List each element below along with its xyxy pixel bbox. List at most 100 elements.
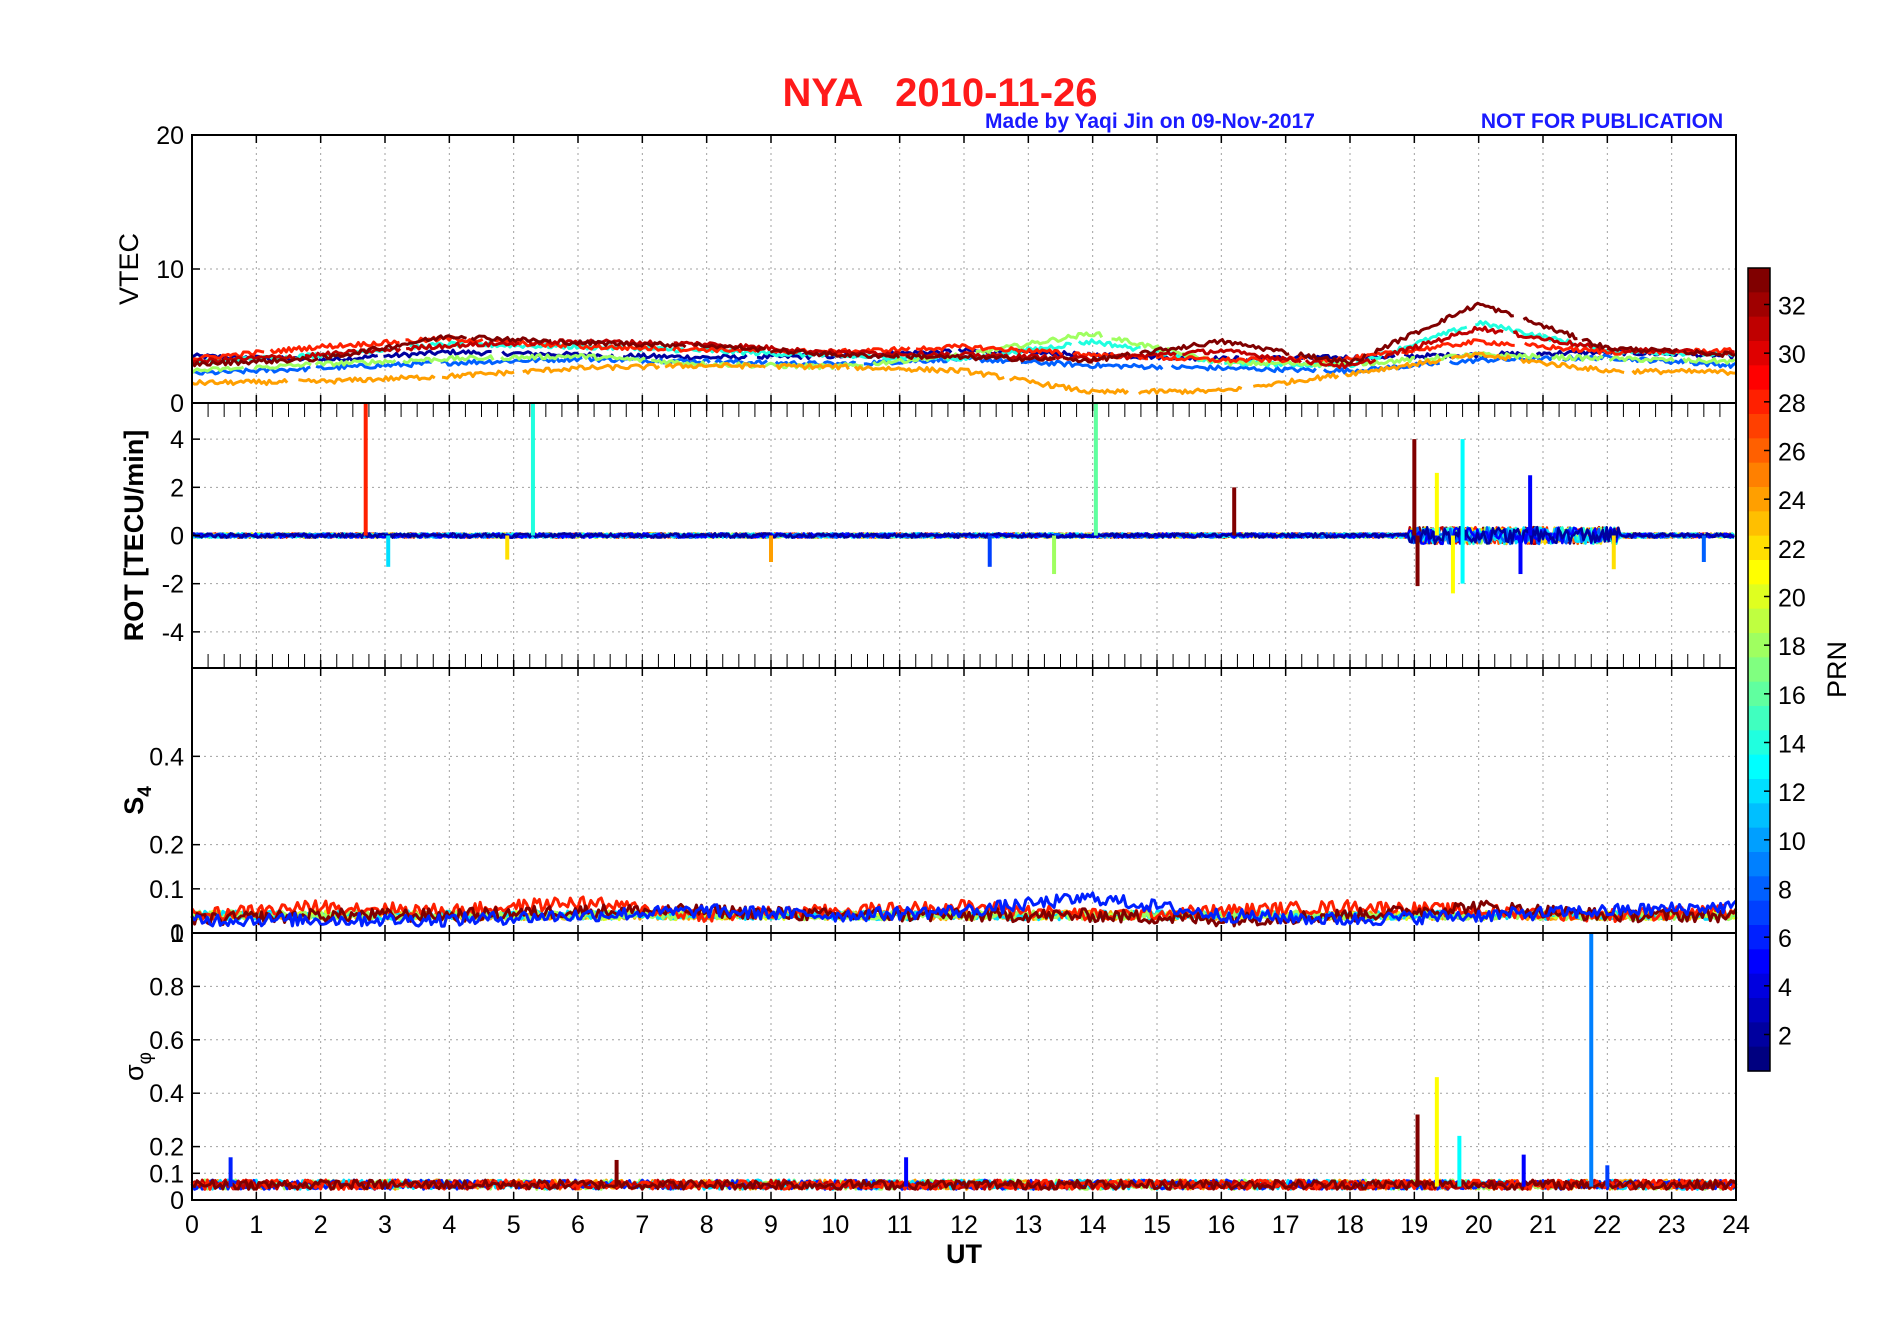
- x-tick-label: 6: [571, 1211, 585, 1239]
- colorbar-tick-label: 12: [1778, 779, 1806, 807]
- vtec-trace-prn-24: [298, 374, 436, 385]
- x-axis-label: UT: [946, 1239, 982, 1269]
- x-tick-label: 22: [1593, 1211, 1621, 1239]
- x-tick-label: 15: [1143, 1211, 1171, 1239]
- colorbar-swatch: [1748, 316, 1770, 342]
- vtec-trace-prn-24: [1137, 385, 1243, 396]
- x-tick-label: 12: [950, 1211, 978, 1239]
- colorbar-swatch: [1748, 852, 1770, 877]
- x-tick-label: 10: [821, 1211, 849, 1239]
- colorbar-swatch: [1748, 414, 1770, 439]
- x-tick-label: 21: [1529, 1211, 1557, 1239]
- x-tick-label: 13: [1014, 1211, 1042, 1239]
- rot-ytick-label: 2: [170, 474, 184, 502]
- rot-ytick-label: -2: [162, 571, 184, 599]
- colorbar-tick-label: 32: [1778, 293, 1806, 321]
- x-tick-label: 18: [1336, 1211, 1364, 1239]
- colorbar-label: PRN: [1822, 641, 1852, 698]
- colorbar-tick-label: 20: [1778, 585, 1806, 613]
- sigma_phi-ytick-label: 0.8: [149, 973, 184, 1001]
- vtec-trace-prn-18: [1682, 356, 1736, 365]
- figure-title: NYA 2010-11-26: [782, 71, 1097, 115]
- colorbar-tick-label: 10: [1778, 828, 1806, 856]
- colorbar-swatch: [1748, 365, 1770, 391]
- x-tick-label: 3: [378, 1211, 392, 1239]
- colorbar-swatch: [1748, 706, 1770, 731]
- sigma_phi-ytick-label: 0.2: [149, 1134, 184, 1162]
- panel-vtec: 0 10 20 VTEC: [114, 122, 1737, 418]
- colorbar-swatch: [1748, 900, 1770, 926]
- vtec-trace-prn-33: [470, 334, 552, 344]
- colorbar-swatch: [1748, 803, 1770, 829]
- s4-ytick-label: 0.4: [149, 743, 184, 771]
- vtec-trace-prn-24: [853, 365, 1005, 381]
- colorbar: 2468101214161820222426283032PRN: [1747, 267, 1852, 1072]
- x-tick-label: 2: [314, 1211, 328, 1239]
- credit-text: Made by Yaqi Jin on 09-Nov-2017: [985, 110, 1315, 133]
- vtec-trace-prn-24: [441, 369, 515, 380]
- figure: NYA 2010-11-26 Made by Yaqi Jin on 09-No…: [114, 71, 1852, 1269]
- rot-ylabel: ROT [TECU/min]: [119, 430, 149, 641]
- panels: 01020VTEC-4-2024ROT [TECU/min]00.10.20.4…: [114, 122, 1750, 1269]
- vtec-trace-prn-24: [522, 362, 661, 375]
- colorbar-tick-label: 6: [1778, 925, 1792, 953]
- sigma_phi-ytick-label: 0.6: [149, 1027, 184, 1055]
- vtec-ylabel: VTEC: [114, 233, 144, 305]
- s4-ytick-label: 0.1: [149, 876, 184, 904]
- x-tick-label: 19: [1400, 1211, 1428, 1239]
- vtec-ytick-label: 0: [170, 390, 184, 418]
- colorbar-tick-label: 4: [1778, 974, 1792, 1002]
- colorbar-swatch: [1748, 949, 1770, 975]
- colorbar-swatch: [1748, 754, 1770, 780]
- colorbar-tick-label: 22: [1778, 536, 1806, 564]
- colorbar-tick-label: 14: [1778, 731, 1806, 759]
- x-tick-label: 20: [1465, 1211, 1493, 1239]
- panel-s4: 00.10.20.4S4: [119, 667, 1738, 948]
- colorbar-swatch: [1748, 560, 1770, 585]
- colorbar-tick-label: 16: [1778, 682, 1806, 710]
- vtec-ytick-label: 20: [156, 122, 184, 150]
- x-tick-label: 14: [1079, 1211, 1107, 1239]
- vtec-trace-prn-24: [1252, 372, 1340, 388]
- colorbar-tick-label: 8: [1778, 877, 1792, 905]
- panel-rot: -4 -2 0 2 4 ROT [TECU/min]: [119, 402, 1737, 669]
- vtec-trace-prn-24: [191, 378, 289, 386]
- rot-ytick-label: 0: [170, 523, 184, 551]
- colorbar-swatch: [1748, 657, 1770, 683]
- x-tick-label: 23: [1658, 1211, 1686, 1239]
- vtec-trace-prn-24: [1631, 367, 1736, 376]
- colorbar-tick-label: 2: [1778, 1023, 1792, 1051]
- x-tick-label: 17: [1272, 1211, 1300, 1239]
- colorbar-swatch: [1748, 998, 1770, 1023]
- rot-ytick-label: 4: [170, 426, 184, 454]
- colorbar-tick-label: 28: [1778, 390, 1806, 418]
- colorbar-tick-label: 30: [1778, 341, 1806, 369]
- colorbar-swatch: [1748, 268, 1770, 293]
- colorbar-swatch: [1748, 608, 1770, 634]
- sigma_phi-ylabel: σφ: [119, 1052, 156, 1081]
- vtec-trace-prn-24: [1009, 375, 1130, 395]
- rot-traces: [191, 403, 1736, 594]
- s4-ylabel: S4: [119, 786, 156, 815]
- x-tick-label: 11: [887, 1211, 913, 1239]
- x-tick-label: 0: [185, 1211, 199, 1239]
- x-tick-label: 7: [635, 1211, 649, 1239]
- x-tick-label: 9: [764, 1211, 778, 1239]
- colorbar-swatch: [1748, 511, 1770, 537]
- x-tick-label: 4: [442, 1211, 456, 1239]
- sigma_phi-ytick-label: 1: [170, 920, 184, 948]
- rot-ytick-label: -4: [162, 619, 184, 647]
- notice-text: NOT FOR PUBLICATION: [1481, 110, 1723, 133]
- x-tick-label: 8: [700, 1211, 714, 1239]
- x-tick-label: 1: [249, 1211, 263, 1239]
- colorbar-swatch: [1748, 1046, 1770, 1072]
- colorbar-tick-label: 26: [1778, 439, 1806, 467]
- x-tick-label: 24: [1722, 1211, 1750, 1239]
- sigma_phi-ytick-label: 0.4: [149, 1080, 184, 1108]
- sigma_phi-ytick-label: 0: [170, 1187, 184, 1215]
- colorbar-tick-label: 18: [1778, 633, 1806, 661]
- s4-ytick-label: 0.2: [149, 832, 184, 860]
- x-tick-label: 16: [1207, 1211, 1235, 1239]
- colorbar-tick-label: 24: [1778, 487, 1806, 515]
- sigma_phi-ytick-label: 0.1: [149, 1160, 184, 1188]
